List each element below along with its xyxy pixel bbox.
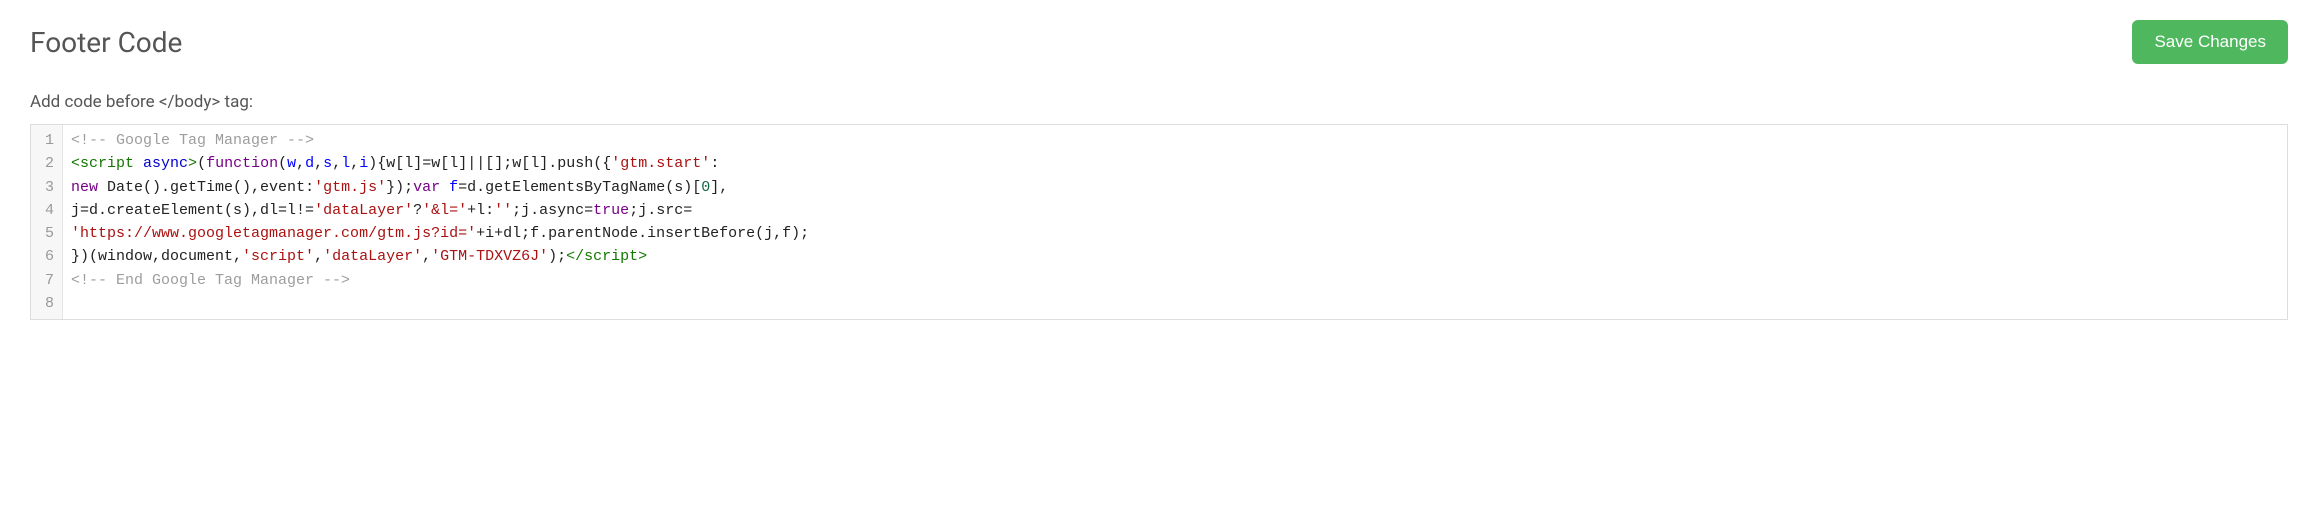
code-token: j=d.createElement(s),dl=l!= (71, 202, 314, 219)
code-token: new (71, 179, 98, 196)
code-token: }); (386, 179, 413, 196)
code-token: ( (278, 155, 287, 172)
code-token: , (296, 155, 305, 172)
code-token: var (413, 179, 440, 196)
code-token: +i+dl;f.parentNode.insertBefore(j,f); (476, 225, 809, 242)
code-token: 'gtm.start' (611, 155, 710, 172)
field-label: Add code before </body> tag: (30, 92, 2288, 112)
code-token: 'dataLayer' (314, 202, 413, 219)
code-token: <!-- Google Tag Manager --> (71, 132, 314, 149)
code-token: l (341, 155, 350, 172)
code-line: <!-- End Google Tag Manager --> (71, 269, 2279, 292)
code-token: 'dataLayer' (323, 248, 422, 265)
code-token: : (710, 155, 719, 172)
code-token: f (449, 179, 458, 196)
code-token: ); (548, 248, 566, 265)
code-token: , (350, 155, 359, 172)
code-token: w (287, 155, 296, 172)
code-token: ? (413, 202, 422, 219)
code-token: ){w[l]=w[l]||[];w[l].push({ (368, 155, 611, 172)
code-token: , (314, 155, 323, 172)
code-token: Date().getTime(),event: (98, 179, 314, 196)
page-title: Footer Code (30, 26, 182, 59)
code-token: <!-- End Google Tag Manager --> (71, 272, 350, 289)
code-token (440, 179, 449, 196)
header-row: Footer Code Save Changes (30, 20, 2288, 64)
code-token: 0 (701, 179, 710, 196)
save-button[interactable]: Save Changes (2132, 20, 2288, 64)
code-editor[interactable]: 1 2 3 4 5 6 7 8 <!-- Google Tag Manager … (30, 124, 2288, 320)
code-token: 'https://www.googletagmanager.com/gtm.js… (71, 225, 476, 242)
code-token: =d.getElementsByTagName(s)[ (458, 179, 701, 196)
code-token: ], (710, 179, 728, 196)
code-token: async (143, 155, 188, 172)
code-gutter: 1 2 3 4 5 6 7 8 (31, 125, 63, 319)
code-token: })(window,document, (71, 248, 242, 265)
code-token: '&l=' (422, 202, 467, 219)
code-line: 'https://www.googletagmanager.com/gtm.js… (71, 222, 2279, 245)
code-token: d (305, 155, 314, 172)
code-line: new Date().getTime(),event:'gtm.js'});va… (71, 176, 2279, 199)
code-line: <script async>(function(w,d,s,l,i){w[l]=… (71, 152, 2279, 175)
code-token: , (314, 248, 323, 265)
code-token: ( (197, 155, 206, 172)
code-token: true (593, 202, 629, 219)
code-token: 'GTM-TDXVZ6J' (431, 248, 548, 265)
code-line (71, 292, 2279, 315)
code-line: j=d.createElement(s),dl=l!='dataLayer'?'… (71, 199, 2279, 222)
code-token: s (323, 155, 332, 172)
code-token: '' (494, 202, 512, 219)
code-token: +l: (467, 202, 494, 219)
code-token: ;j.async= (512, 202, 593, 219)
code-token: <script (71, 155, 143, 172)
code-body[interactable]: <!-- Google Tag Manager --> <script async… (63, 125, 2287, 319)
code-token: , (332, 155, 341, 172)
code-token: </script> (566, 248, 647, 265)
code-line: })(window,document,'script','dataLayer',… (71, 245, 2279, 268)
code-token: 'gtm.js' (314, 179, 386, 196)
code-token: > (188, 155, 197, 172)
code-line: <!-- Google Tag Manager --> (71, 129, 2279, 152)
code-token: ;j.src= (629, 202, 692, 219)
code-token: , (422, 248, 431, 265)
code-token: i (359, 155, 368, 172)
code-token: function (206, 155, 278, 172)
code-token: 'script' (242, 248, 314, 265)
